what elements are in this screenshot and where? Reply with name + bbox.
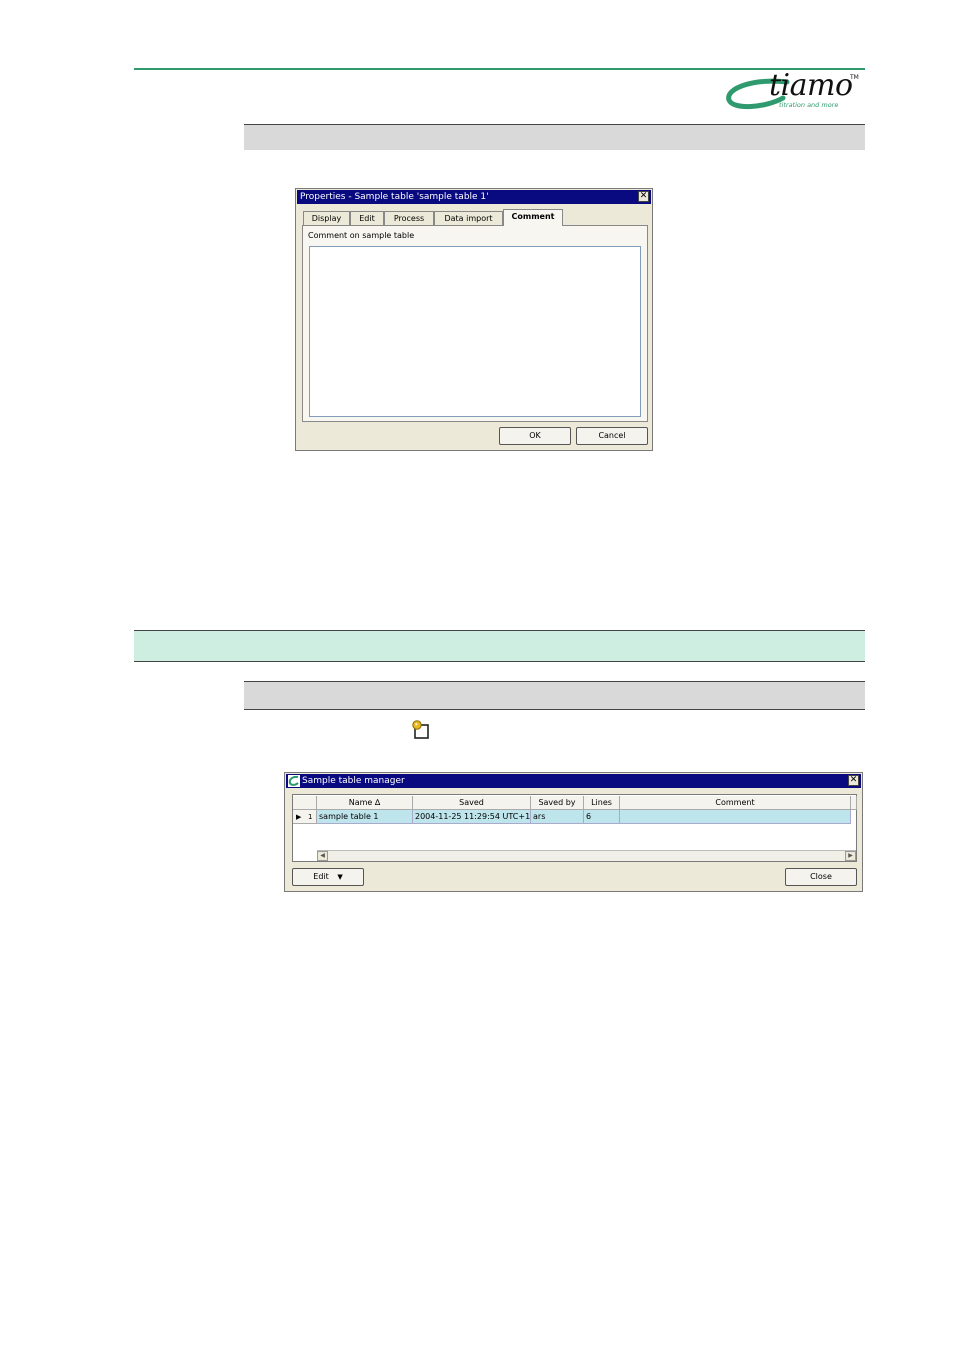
- properties-titlebar: Properties - Sample table 'sample table …: [297, 190, 651, 204]
- column-header-comment[interactable]: Comment: [620, 796, 851, 810]
- sample-table-manager-icon: [412, 720, 429, 739]
- comment-label: Comment on sample table: [308, 231, 415, 240]
- cell-saved[interactable]: 2004-11-25 11:29:54 UTC+1: [413, 810, 531, 824]
- comment-tab-panel: Comment on sample table: [302, 225, 648, 422]
- logo-tagline: titration and more: [779, 101, 839, 109]
- properties-title: Properties - Sample table 'sample table …: [300, 192, 489, 202]
- manager-title: Sample table manager: [302, 776, 405, 786]
- row-index: 1: [308, 813, 313, 821]
- cell-saved-by[interactable]: ars: [531, 810, 584, 824]
- close-button[interactable]: Close: [785, 868, 857, 886]
- close-icon[interactable]: ✕: [638, 191, 649, 202]
- section-bar-green: [134, 630, 865, 662]
- properties-dialog: Properties - Sample table 'sample table …: [295, 188, 653, 451]
- column-header-filler: [851, 796, 857, 810]
- column-header-lines[interactable]: Lines: [584, 796, 620, 810]
- tiamo-logo: tiamo TM titration and more: [725, 68, 867, 114]
- sample-table-grid: Name ∆ Saved Saved by Lines Comment ▶ 1 …: [292, 794, 857, 862]
- tab-process[interactable]: Process: [384, 211, 434, 225]
- cell-lines[interactable]: 6: [584, 810, 620, 824]
- section-bar-sub: [244, 681, 865, 710]
- comment-textarea[interactable]: [309, 246, 641, 417]
- horizontal-scrollbar[interactable]: ◀ ▶: [317, 850, 856, 861]
- row-header-corner: [293, 796, 317, 810]
- column-header-name[interactable]: Name ∆: [317, 796, 413, 810]
- edit-menu-button[interactable]: Edit ▼: [292, 868, 364, 886]
- sample-table-manager-window: Sample table manager ✕ Name ∆ Saved Save…: [284, 772, 863, 892]
- row-header[interactable]: ▶ 1: [293, 810, 317, 824]
- logo-word: tiamo: [769, 68, 853, 103]
- tab-comment[interactable]: Comment: [503, 209, 563, 226]
- cell-name[interactable]: sample table 1: [317, 810, 413, 824]
- dropdown-arrow-icon: ▼: [337, 873, 343, 881]
- tab-edit[interactable]: Edit: [350, 211, 384, 225]
- section-bar-top: [244, 124, 865, 150]
- tab-display[interactable]: Display: [303, 211, 350, 225]
- scroll-right-icon[interactable]: ▶: [845, 851, 856, 861]
- manager-titlebar: Sample table manager ✕: [286, 774, 861, 788]
- cancel-button[interactable]: Cancel: [576, 427, 648, 445]
- close-icon[interactable]: ✕: [848, 775, 859, 786]
- column-header-saved[interactable]: Saved: [413, 796, 531, 810]
- ok-button[interactable]: OK: [499, 427, 571, 445]
- scroll-left-icon[interactable]: ◀: [317, 851, 328, 861]
- edit-label: Edit: [313, 872, 329, 881]
- tiamo-app-icon: [288, 775, 300, 787]
- tab-data-import[interactable]: Data import: [434, 211, 503, 225]
- logo-trademark: TM: [850, 74, 859, 81]
- header-rule: [134, 68, 865, 70]
- current-row-arrow-icon: ▶: [296, 813, 302, 821]
- column-header-saved-by[interactable]: Saved by: [531, 796, 584, 810]
- cell-comment[interactable]: [620, 810, 851, 824]
